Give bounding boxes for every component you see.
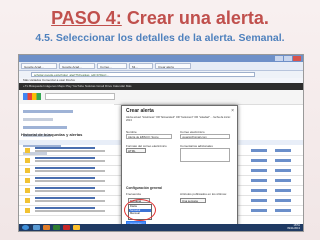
minimize-button[interactable]	[275, 56, 283, 61]
slide-title-text: Crear una alerta.	[126, 8, 269, 28]
google-top-bar: +Tú Búsqueda Imágenes Maps Play YouTube …	[19, 83, 303, 90]
list-item[interactable]	[23, 110, 73, 113]
comentarios-field[interactable]	[180, 148, 230, 162]
taskbar-clock: 18:51 09/11/2013	[287, 224, 300, 231]
star-icon[interactable]	[25, 148, 30, 153]
tab-active[interactable]: Crear alerta	[155, 63, 191, 69]
star-icon[interactable]	[25, 168, 30, 173]
window-titlebar	[19, 55, 303, 62]
star-icon[interactable]	[25, 208, 30, 213]
dialog-title: Crear alerta	[126, 108, 154, 114]
browser-tabs: Google Acad... Google Acad... Correo... …	[19, 62, 303, 71]
search-input[interactable]	[45, 93, 115, 100]
app-icon[interactable]	[53, 225, 60, 230]
formato-select[interactable]: HTML	[126, 148, 146, 153]
star-icon[interactable]	[25, 188, 30, 193]
navigation-bar: scholar.google.es/scholar_alert?hl=es&as…	[19, 71, 303, 78]
google-logo-icon[interactable]	[23, 93, 41, 100]
clock-date: 09/11/2013	[287, 227, 300, 231]
slide-title-step: PASO 4:	[51, 8, 122, 28]
tab-2[interactable]: Google Acad...	[59, 63, 95, 69]
list-item[interactable]	[23, 126, 67, 129]
app-icon[interactable]	[73, 225, 80, 230]
articulos-select[interactable]: Una semana	[180, 198, 206, 203]
tab-1[interactable]: Google Acad...	[21, 63, 57, 69]
windows-taskbar: 18:51 09/11/2013	[19, 224, 303, 231]
star-icon[interactable]	[25, 158, 30, 163]
create-alert-dialog: Crear alerta × Alerta actual: "lonelines…	[121, 105, 238, 231]
app-icon[interactable]	[63, 225, 70, 230]
address-bar[interactable]: scholar.google.es/scholar_alert?hl=es&as…	[31, 72, 255, 77]
results-heading: Historial de búsquedas y alertas	[21, 132, 83, 137]
slide-title: PASO 4: Crear una alerta.	[0, 8, 320, 29]
close-window-button[interactable]	[293, 56, 301, 61]
tab-4[interactable]: Mi...	[129, 63, 153, 69]
articulos-label: Artículos publicados en los últimos:	[180, 192, 227, 196]
config-section-heading: Configuración general	[126, 186, 162, 190]
scholar-header	[19, 90, 303, 105]
explorer-icon[interactable]	[33, 225, 40, 230]
highlight-ellipse	[124, 199, 156, 221]
frecuencia-label: Frecuencia	[126, 192, 141, 196]
start-button-icon[interactable]	[22, 225, 29, 230]
slide-subtitle: 4.5. Seleccionar los detalles de la aler…	[35, 32, 285, 44]
screenshot-frame: Google Acad... Google Acad... Correo... …	[18, 54, 304, 232]
maximize-button[interactable]	[284, 56, 292, 61]
star-icon[interactable]	[25, 198, 30, 203]
list-item	[23, 118, 53, 121]
tab-3[interactable]: Correo...	[97, 63, 127, 69]
email-field[interactable]: usuario@gmail.com	[180, 134, 230, 139]
dialog-intro: Alerta actual: "loneliness" OR "Einsamke…	[126, 116, 231, 122]
firefox-icon[interactable]	[43, 225, 50, 230]
star-icon[interactable]	[25, 178, 30, 183]
nombre-field[interactable]: Alerta de EBSCO: Score	[126, 134, 172, 139]
close-icon[interactable]: ×	[231, 108, 234, 114]
